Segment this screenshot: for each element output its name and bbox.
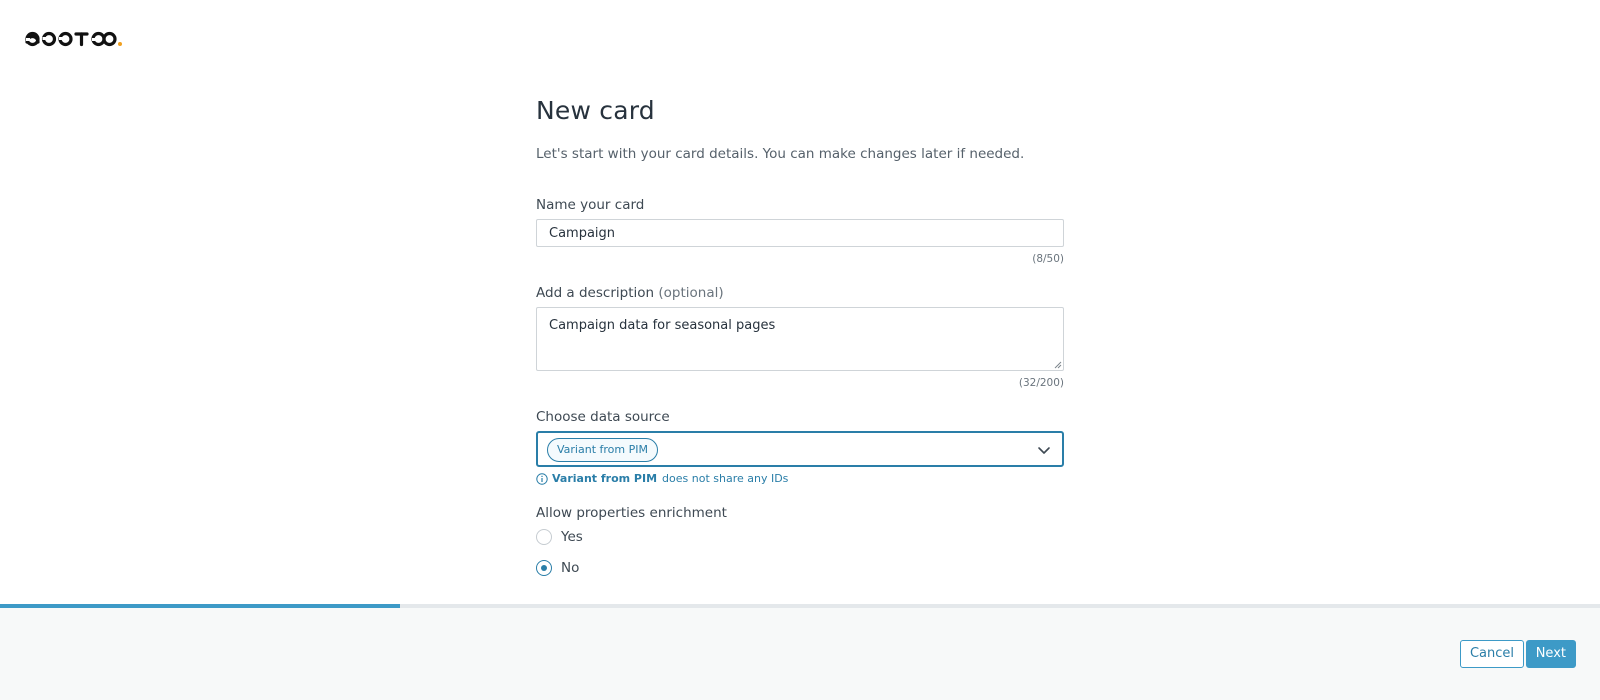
description-wrapper [536, 307, 1064, 371]
card-name-input[interactable] [536, 219, 1064, 247]
selected-source-chip[interactable]: Variant from PIM [547, 438, 658, 462]
page-title: New card [536, 96, 655, 125]
radio-yes-label: Yes [561, 529, 583, 545]
description-char-counter: (32/200) [1018, 377, 1064, 389]
cancel-button[interactable]: Cancel [1459, 640, 1524, 668]
occtoo-logo [25, 31, 122, 47]
wizard-footer: Cancel Next [0, 608, 1600, 700]
radio-no-button[interactable] [536, 560, 552, 576]
data-source-label: Choose data source [536, 409, 670, 425]
name-field-label: Name your card [536, 197, 645, 213]
info-source-name: Variant from PIM [552, 472, 658, 485]
resize-handle-icon[interactable] [1054, 361, 1062, 369]
description-label-text: Add a description [536, 285, 655, 301]
next-button[interactable]: Next [1525, 640, 1576, 668]
radio-option-yes[interactable]: Yes [536, 529, 583, 545]
info-icon [536, 472, 548, 485]
description-field-label: Add a description (optional) [536, 285, 724, 301]
page-subtitle: Let's start with your card details. You … [536, 146, 1025, 162]
radio-yes-button[interactable] [536, 529, 552, 545]
chevron-down-icon[interactable] [1036, 442, 1052, 458]
description-textarea[interactable] [536, 307, 1064, 371]
data-source-select[interactable]: Variant from PIM [536, 431, 1064, 467]
optional-hint: (optional) [658, 285, 724, 301]
enrichment-label: Allow properties enrichment [536, 505, 727, 521]
data-source-info: Variant from PIM does not share any IDs [536, 472, 788, 485]
name-char-counter: (8/50) [1032, 253, 1064, 265]
radio-option-no[interactable]: No [536, 560, 579, 576]
radio-no-label: No [561, 560, 580, 576]
info-message: does not share any IDs [662, 472, 789, 485]
